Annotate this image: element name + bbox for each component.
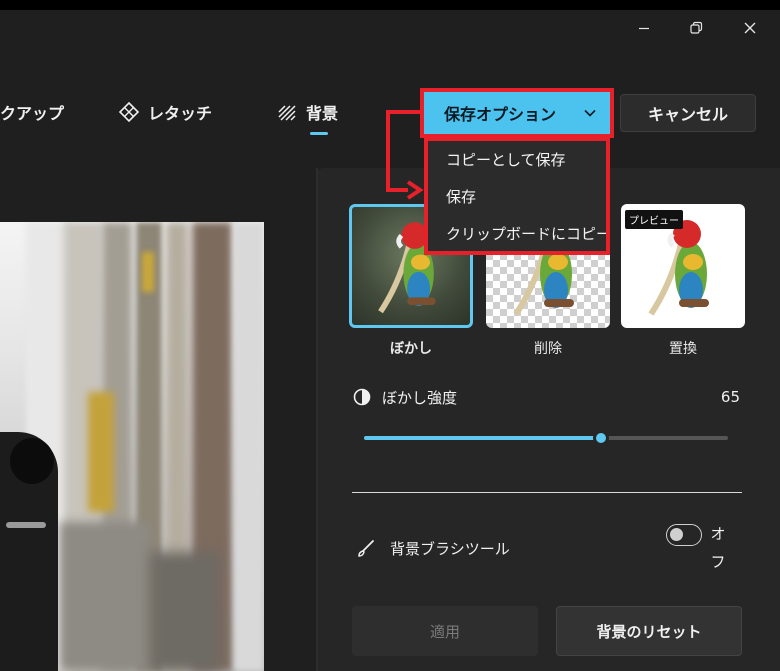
close-icon (744, 22, 756, 34)
blur-strength-slider[interactable] (364, 430, 728, 446)
apply-button[interactable]: 適用 (352, 606, 538, 656)
section-divider (352, 492, 742, 493)
active-tab-indicator (310, 132, 328, 135)
close-button[interactable] (730, 10, 770, 46)
toggle-knob (670, 528, 683, 541)
blur-strength-row: ぼかし強度 (352, 386, 457, 408)
option-replace-label: 置換 (669, 341, 697, 357)
tab-background[interactable]: 背景 (276, 96, 338, 128)
cancel-button[interactable]: キャンセル (620, 94, 756, 132)
restore-icon (690, 21, 703, 34)
slider-thumb[interactable] (592, 430, 609, 446)
reset-background-button[interactable]: 背景のリセット (556, 606, 742, 656)
reset-label: 背景のリセット (596, 622, 702, 641)
menu-item-copy-to-clipboard[interactable]: クリップボードにコピー (428, 215, 606, 251)
option-remove-label: 削除 (534, 341, 562, 357)
photo-canvas[interactable] (0, 222, 264, 671)
cancel-label: キャンセル (647, 105, 728, 124)
option-blur-label: ぼかし (390, 341, 432, 357)
blur-half-circle-icon (353, 388, 371, 406)
apply-label: 適用 (429, 622, 460, 641)
menu-item-save[interactable]: 保存 (428, 178, 606, 215)
blur-strength-value: 65 (720, 388, 740, 406)
minimize-button[interactable] (624, 10, 664, 46)
tab-background-label: 背景 (306, 104, 339, 123)
annotation-arrow-top (386, 110, 424, 114)
background-pattern-icon (278, 105, 296, 121)
tab-makeup-label: クアップ (0, 104, 65, 123)
annotation-arrow-vertical (386, 110, 390, 192)
retouch-icon (118, 101, 140, 123)
brush-tool-toggle[interactable] (666, 524, 702, 546)
tab-retouch[interactable]: レタッチ (118, 96, 212, 128)
tab-retouch-label: レタッチ (148, 104, 213, 123)
minimize-icon (639, 27, 649, 30)
save-options-menu: コピーとして保存 保存 クリップボードにコピー (424, 137, 610, 255)
restore-button[interactable] (676, 10, 716, 46)
brush-tool-label: 背景ブラシツール (390, 539, 510, 558)
brush-tool-row: 背景ブラシツール (356, 536, 510, 560)
annotation-arrowhead-icon (406, 180, 424, 200)
save-options-highlight (420, 88, 614, 138)
option-replace[interactable]: プレビュー (621, 204, 745, 328)
slider-fill (364, 436, 601, 440)
top-strip (0, 0, 780, 10)
blur-strength-label: ぼかし強度 (382, 388, 458, 407)
preview-badge: プレビュー (625, 210, 683, 229)
brush-toggle-label: オフ (710, 525, 726, 571)
brush-icon (358, 540, 374, 557)
tab-makeup[interactable]: クアップ (0, 96, 64, 128)
menu-item-save-as-copy[interactable]: コピーとして保存 (428, 141, 606, 178)
panel-edge (316, 168, 318, 671)
